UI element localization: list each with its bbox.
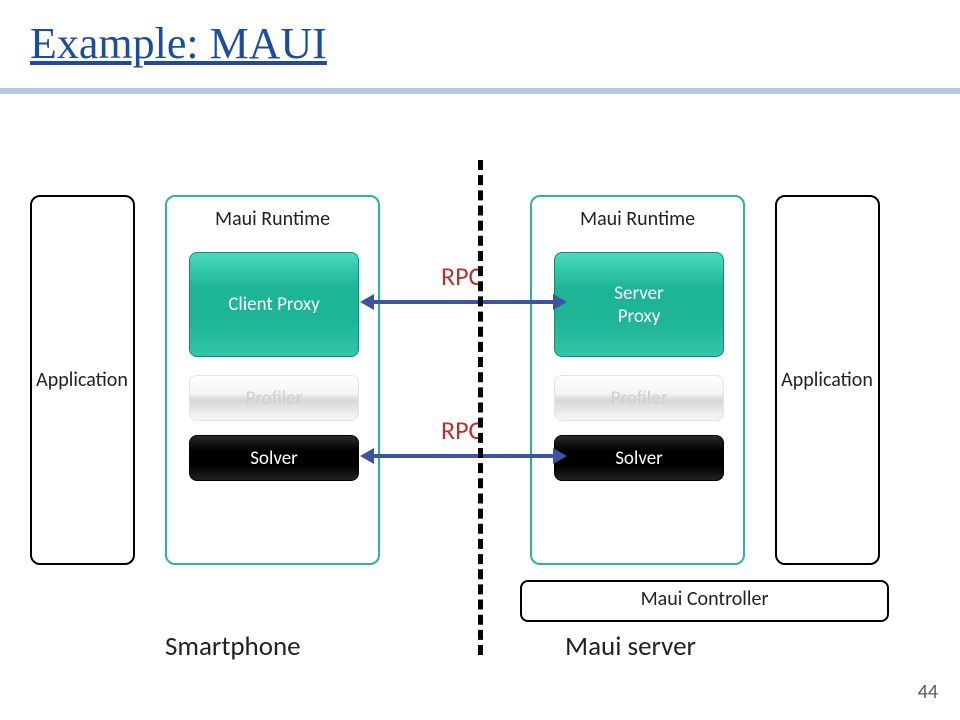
application-label-left: Application (36, 368, 128, 392)
rpc-label-top: RPC (441, 260, 482, 292)
page-number: 44 (918, 680, 938, 704)
arrow-head-right-icon (553, 294, 567, 310)
arrow-shaft (372, 300, 555, 304)
profiler-box-right: Profiler (554, 375, 724, 421)
client-proxy-box: Client Proxy (189, 252, 359, 357)
maui-controller-label: Maui Controller (641, 587, 769, 611)
divider-dashed (478, 160, 483, 655)
solver-box-left: Solver (189, 435, 359, 481)
maui-server-label: Maui server (565, 630, 696, 663)
solver-label-left: Solver (250, 447, 298, 470)
arrow-head-right-icon (553, 448, 567, 464)
title-rule (0, 88, 960, 94)
runtime-box-left: Maui Runtime Client Proxy Profiler Solve… (165, 195, 380, 565)
smartphone-label: Smartphone (165, 630, 301, 663)
runtime-title-right: Maui Runtime (532, 207, 743, 231)
rpc-label-bottom: RPC (441, 414, 482, 446)
solver-label-right: Solver (615, 447, 663, 470)
profiler-label-left: Profiler (246, 387, 303, 410)
maui-controller-box: Maui Controller (520, 580, 889, 622)
server-proxy-box: Server Proxy (554, 252, 724, 357)
slide-title: Example: MAUI (30, 18, 327, 69)
solver-box-right: Solver (554, 435, 724, 481)
server-proxy-label: Server Proxy (614, 282, 663, 328)
runtime-box-right: Maui Runtime Server Proxy Profiler Solve… (530, 195, 745, 565)
application-label-right: Application (781, 368, 873, 392)
client-proxy-label: Client Proxy (228, 293, 319, 316)
runtime-title-left: Maui Runtime (167, 207, 378, 231)
profiler-box-left: Profiler (189, 375, 359, 421)
arrow-shaft (372, 454, 555, 458)
slide: Example: MAUI Application Maui Runtime C… (0, 0, 960, 720)
profiler-label-right: Profiler (611, 387, 668, 410)
